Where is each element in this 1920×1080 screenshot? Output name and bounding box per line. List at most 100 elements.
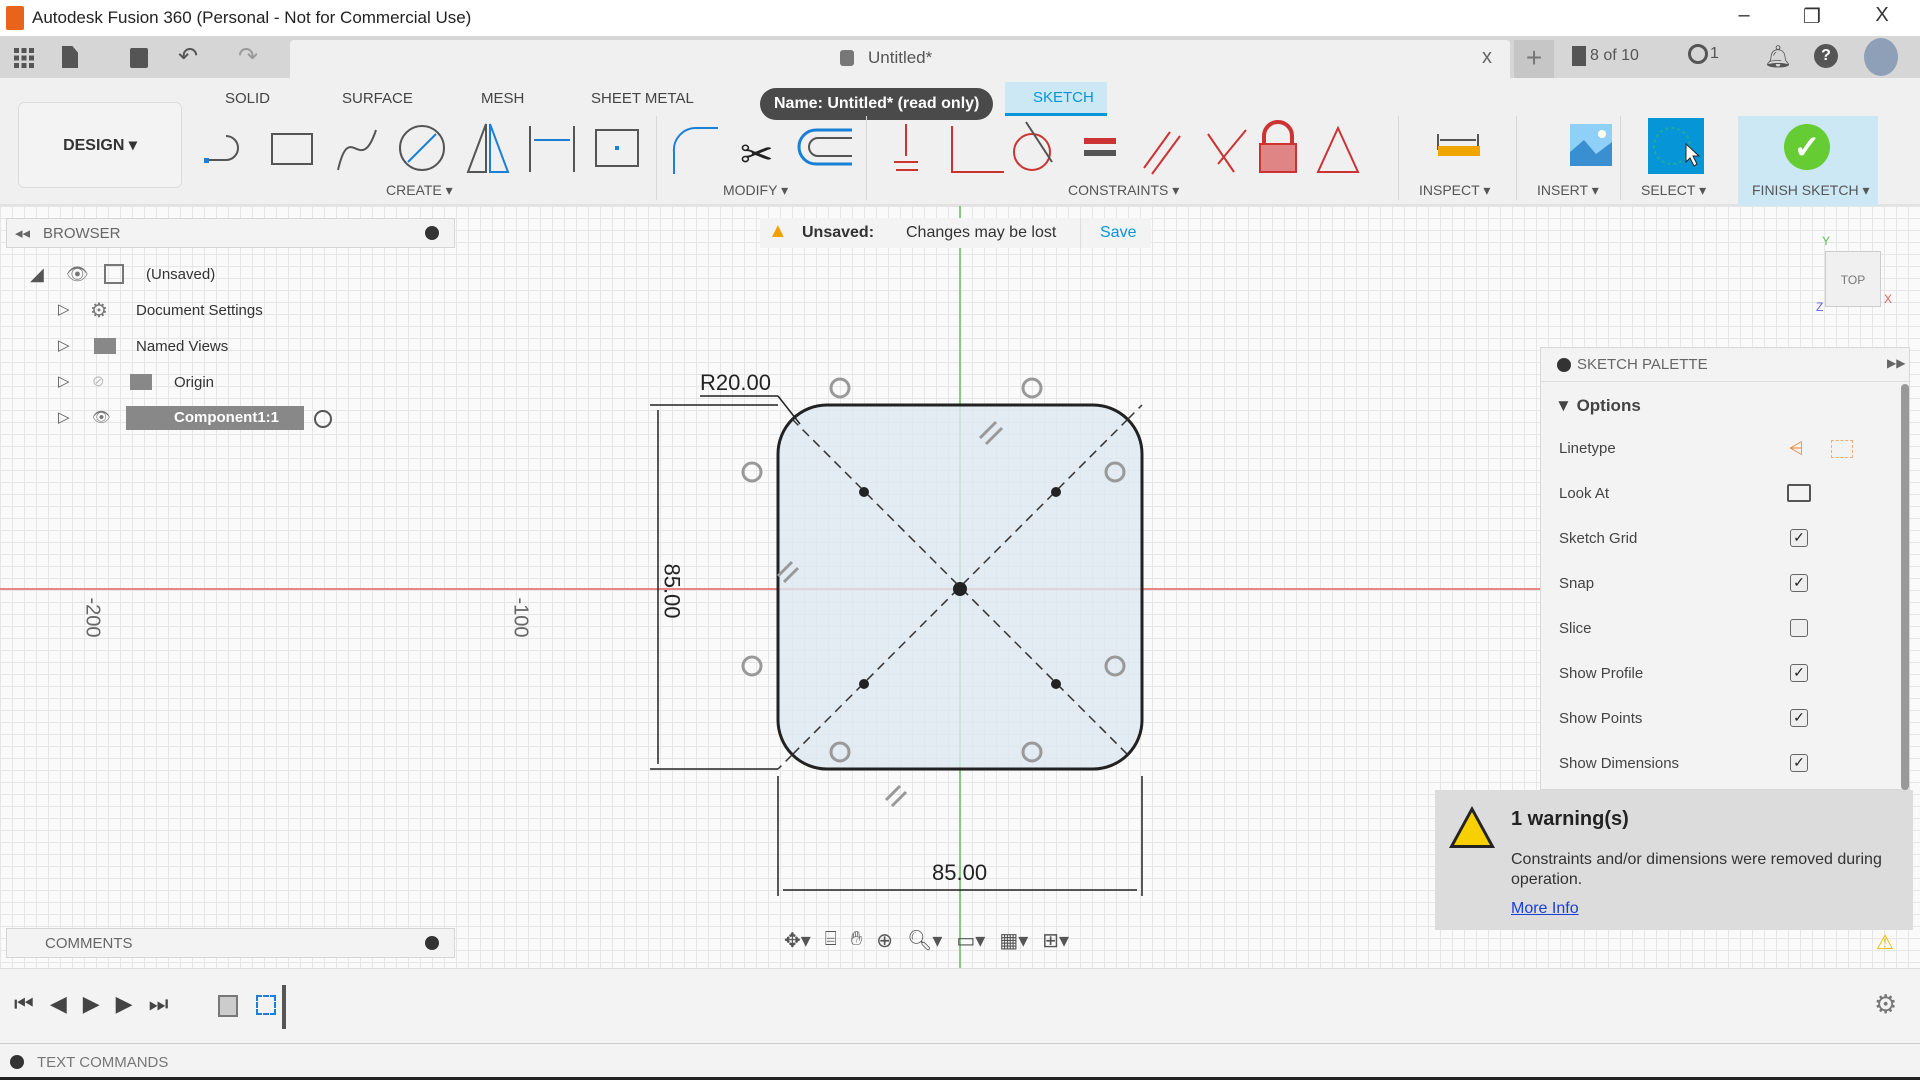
palette-scrollbar[interactable] bbox=[1901, 384, 1909, 790]
point-tool-icon[interactable] bbox=[595, 129, 639, 167]
equal-constraint-icon[interactable] bbox=[1084, 138, 1116, 156]
undo-icon[interactable]: ↶ bbox=[178, 42, 198, 71]
measure-icon[interactable] bbox=[1437, 134, 1480, 156]
job-clock[interactable]: 1 bbox=[1688, 44, 1719, 64]
sketch-palette-header[interactable]: SKETCH PALETTE ▶▶ bbox=[1541, 348, 1911, 382]
collapse-icon[interactable]: ◂◂ bbox=[15, 224, 30, 242]
centerline-linetype-icon[interactable] bbox=[1831, 440, 1853, 458]
file-menu-icon[interactable] bbox=[62, 46, 78, 68]
timeline-sketch-icon[interactable] bbox=[256, 995, 276, 1015]
viewports-icon[interactable]: ⊞▾ bbox=[1042, 928, 1069, 958]
tree-item-root[interactable]: ◢ 👁︎ (Unsaved) bbox=[28, 262, 428, 292]
collapse-triangle-icon[interactable]: ◢ bbox=[30, 264, 44, 285]
constraints-menu[interactable]: CONSTRAINTS ▾ bbox=[1068, 182, 1179, 199]
fix-constraint-icon[interactable] bbox=[894, 124, 918, 171]
save-icon[interactable] bbox=[130, 48, 148, 68]
expand-panel-icon[interactable]: ▶▶ bbox=[1887, 356, 1905, 370]
user-avatar[interactable] bbox=[1864, 38, 1898, 76]
go-to-end-icon[interactable]: ⏭ bbox=[149, 991, 169, 1017]
play-icon[interactable]: ▶ bbox=[83, 991, 100, 1017]
warning-indicator-icon[interactable]: ⚠ bbox=[1876, 930, 1894, 955]
comments-panel-header[interactable]: COMMENTS bbox=[6, 928, 455, 958]
document-tab[interactable]: Untitled* x bbox=[290, 40, 1510, 78]
modify-menu[interactable]: MODIFY ▾ bbox=[723, 182, 788, 199]
pan-icon[interactable]: ✋︎ bbox=[851, 928, 862, 958]
orbit-icon[interactable]: ✥▾ bbox=[784, 928, 811, 958]
expand-icon[interactable]: ▷ bbox=[58, 336, 70, 354]
perpendicular-constraint-icon[interactable] bbox=[951, 126, 1004, 173]
checkbox[interactable]: ✓ bbox=[1790, 574, 1808, 592]
tab-sheet-metal[interactable]: SHEET METAL bbox=[591, 90, 694, 107]
fillet-tool-icon[interactable] bbox=[672, 126, 718, 174]
expand-plus-icon[interactable] bbox=[10, 1055, 24, 1069]
go-to-start-icon[interactable]: ⏮ bbox=[14, 991, 34, 1017]
view-cube[interactable]: TOP bbox=[1825, 251, 1881, 307]
tab-mesh[interactable]: MESH bbox=[481, 90, 524, 107]
tree-item-origin[interactable]: ▷ ⊘ Origin bbox=[28, 370, 428, 400]
create-menu[interactable]: CREATE ▾ bbox=[386, 182, 453, 199]
minimize-panel-icon[interactable] bbox=[425, 226, 439, 240]
hidden-eye-icon[interactable]: ⊘ bbox=[92, 372, 105, 390]
text-commands-bar[interactable]: TEXT COMMANDS bbox=[0, 1043, 1920, 1080]
tab-sketch[interactable]: SKETCH bbox=[1005, 82, 1107, 116]
activate-radio-icon[interactable] bbox=[314, 410, 332, 428]
circle-tool-icon[interactable] bbox=[399, 125, 445, 171]
expand-icon[interactable]: ▷ bbox=[58, 372, 70, 390]
height-dimension[interactable]: 85.00 bbox=[659, 563, 685, 618]
select-menu[interactable]: SELECT ▾ bbox=[1641, 182, 1706, 199]
tab-surface[interactable]: SURFACE bbox=[342, 90, 413, 107]
offset-tool-icon[interactable] bbox=[797, 128, 852, 166]
browser-panel-header[interactable]: ◂◂ BROWSER bbox=[6, 218, 455, 248]
dimension-tool-icon[interactable] bbox=[529, 126, 575, 172]
rectangle-tool-icon[interactable] bbox=[271, 133, 313, 165]
checkbox[interactable] bbox=[1790, 619, 1808, 637]
add-comment-icon[interactable] bbox=[425, 936, 439, 950]
timeline-marker[interactable] bbox=[282, 985, 286, 1029]
checkbox[interactable]: ✓ bbox=[1790, 754, 1808, 772]
design-canvas[interactable]: -200 -100 R20.00 85.00 85.00 ◂◂ BROWSER … bbox=[0, 206, 1920, 968]
inspect-menu[interactable]: INSPECT ▾ bbox=[1419, 182, 1490, 199]
step-back-icon[interactable]: ◀ bbox=[50, 991, 67, 1017]
width-dimension[interactable]: 85.00 bbox=[932, 860, 987, 886]
tree-item-document-settings[interactable]: ▷ ⚙ Document Settings bbox=[28, 298, 428, 328]
coincident-constraint-icon[interactable] bbox=[1207, 129, 1247, 173]
step-forward-icon[interactable]: ▶ bbox=[116, 991, 133, 1017]
jobs-status[interactable]: 8 of 10 bbox=[1572, 46, 1639, 66]
construction-linetype-icon[interactable]: ⩤ bbox=[1789, 438, 1803, 459]
insert-image-icon[interactable] bbox=[1570, 124, 1612, 166]
look-at-icon[interactable] bbox=[1787, 484, 1811, 502]
restore-button[interactable]: ❐ bbox=[1792, 4, 1832, 29]
visibility-eye-icon[interactable]: 👁︎ bbox=[66, 264, 89, 285]
look-at-icon[interactable]: ⌸ bbox=[825, 928, 837, 958]
tangent-constraint-icon[interactable] bbox=[1013, 121, 1053, 171]
settings-gear-icon[interactable]: ⚙ bbox=[1874, 989, 1897, 1020]
redo-icon[interactable]: ↷ bbox=[238, 42, 258, 71]
select-icon[interactable] bbox=[1648, 118, 1704, 174]
apps-grid-icon[interactable] bbox=[14, 48, 34, 68]
help-icon[interactable]: ? bbox=[1814, 44, 1838, 68]
insert-menu[interactable]: INSERT ▾ bbox=[1537, 182, 1599, 199]
visibility-eye-icon[interactable]: 👁︎ bbox=[92, 408, 111, 426]
mirror-tool-icon[interactable] bbox=[466, 123, 510, 173]
tree-item-named-views[interactable]: ▷ Named Views bbox=[28, 334, 428, 364]
zoom-icon[interactable]: ⊕ bbox=[876, 928, 893, 958]
grid-settings-icon[interactable]: ▦▾ bbox=[999, 928, 1028, 958]
radius-dimension[interactable]: R20.00 bbox=[700, 370, 771, 396]
trim-tool-icon[interactable]: ✂ bbox=[740, 133, 774, 177]
notifications-bell-icon[interactable]: 🔔︎ bbox=[1764, 44, 1792, 70]
workspace-switcher[interactable]: DESIGN ▾ bbox=[18, 102, 182, 188]
tree-item-component[interactable]: ▷ 👁︎ Component1:1 bbox=[28, 406, 428, 436]
timeline-component-icon[interactable] bbox=[218, 995, 238, 1017]
line-tool-icon[interactable] bbox=[204, 135, 239, 163]
zoom-window-icon[interactable]: 🔍︎▾ bbox=[907, 928, 942, 958]
options-section-toggle[interactable]: ▼ Options bbox=[1555, 396, 1641, 416]
checkbox[interactable]: ✓ bbox=[1790, 709, 1808, 727]
tab-solid[interactable]: SOLID bbox=[225, 90, 270, 107]
triangle-constraint-icon[interactable] bbox=[1316, 125, 1360, 173]
finish-sketch-menu[interactable]: FINISH SKETCH ▾ bbox=[1752, 182, 1869, 199]
display-settings-icon[interactable]: ▭▾ bbox=[956, 928, 985, 958]
parallel-constraint-icon[interactable] bbox=[1143, 131, 1181, 175]
lock-constraint-icon[interactable] bbox=[1259, 120, 1297, 173]
minimize-panel-icon[interactable] bbox=[1557, 358, 1571, 372]
minimize-button[interactable]: – bbox=[1724, 4, 1764, 27]
